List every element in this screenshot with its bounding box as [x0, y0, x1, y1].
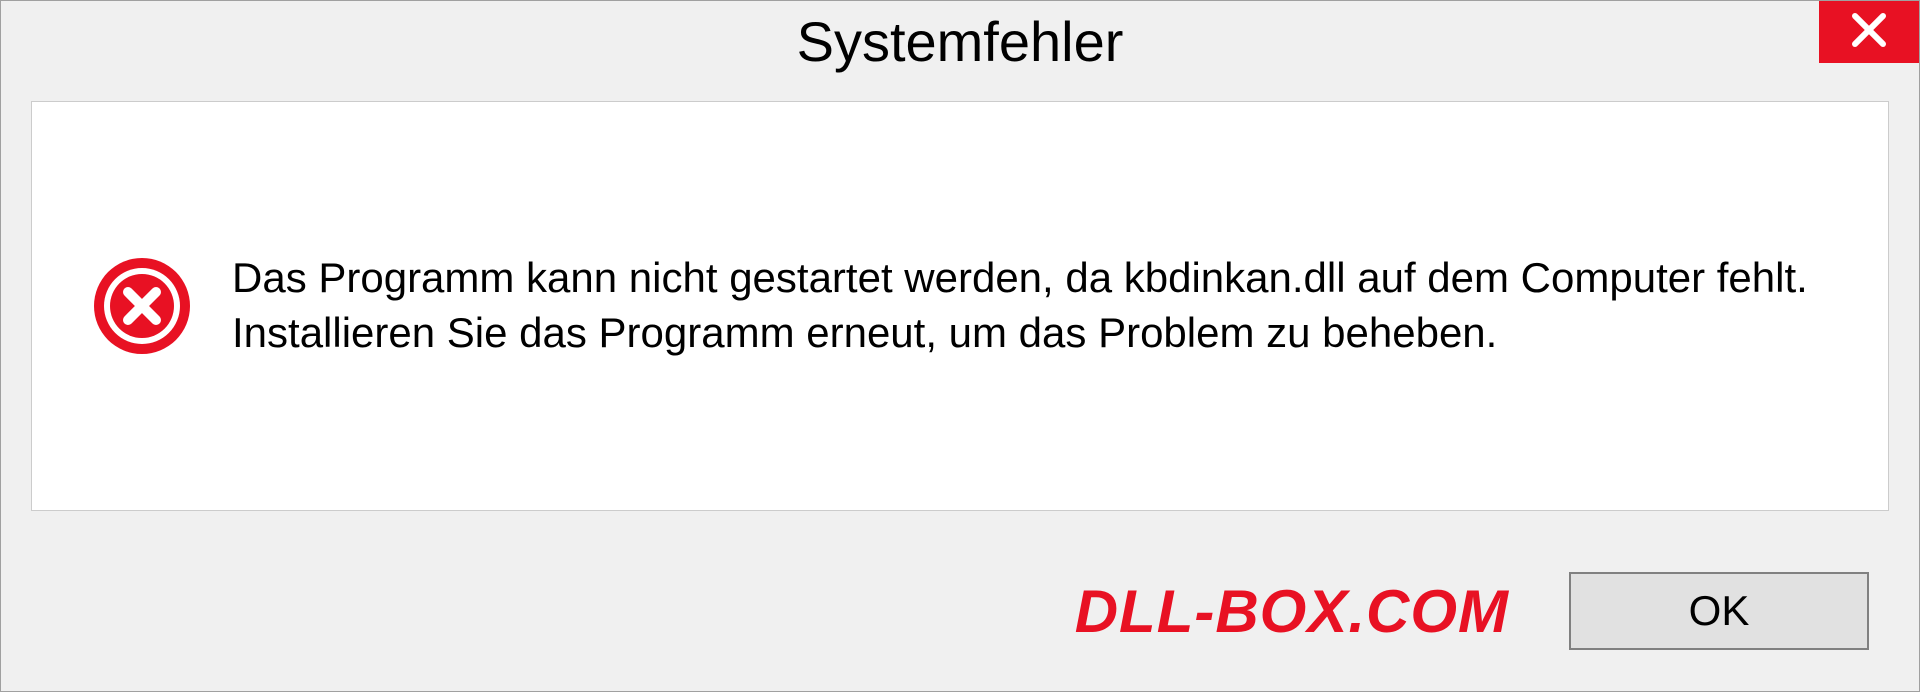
- error-dialog: Systemfehler Das Programm kann nicht ges…: [0, 0, 1920, 692]
- titlebar: Systemfehler: [1, 1, 1919, 81]
- close-icon: [1851, 12, 1887, 53]
- ok-button[interactable]: OK: [1569, 572, 1869, 650]
- footer-area: DLL-BOX.COM OK: [1, 531, 1919, 691]
- watermark-text: DLL-BOX.COM: [1075, 577, 1509, 646]
- error-message: Das Programm kann nicht gestartet werden…: [232, 251, 1828, 360]
- content-area: Das Programm kann nicht gestartet werden…: [31, 101, 1889, 511]
- error-icon: [92, 256, 192, 356]
- dialog-title: Systemfehler: [797, 9, 1124, 74]
- close-button[interactable]: [1819, 1, 1919, 63]
